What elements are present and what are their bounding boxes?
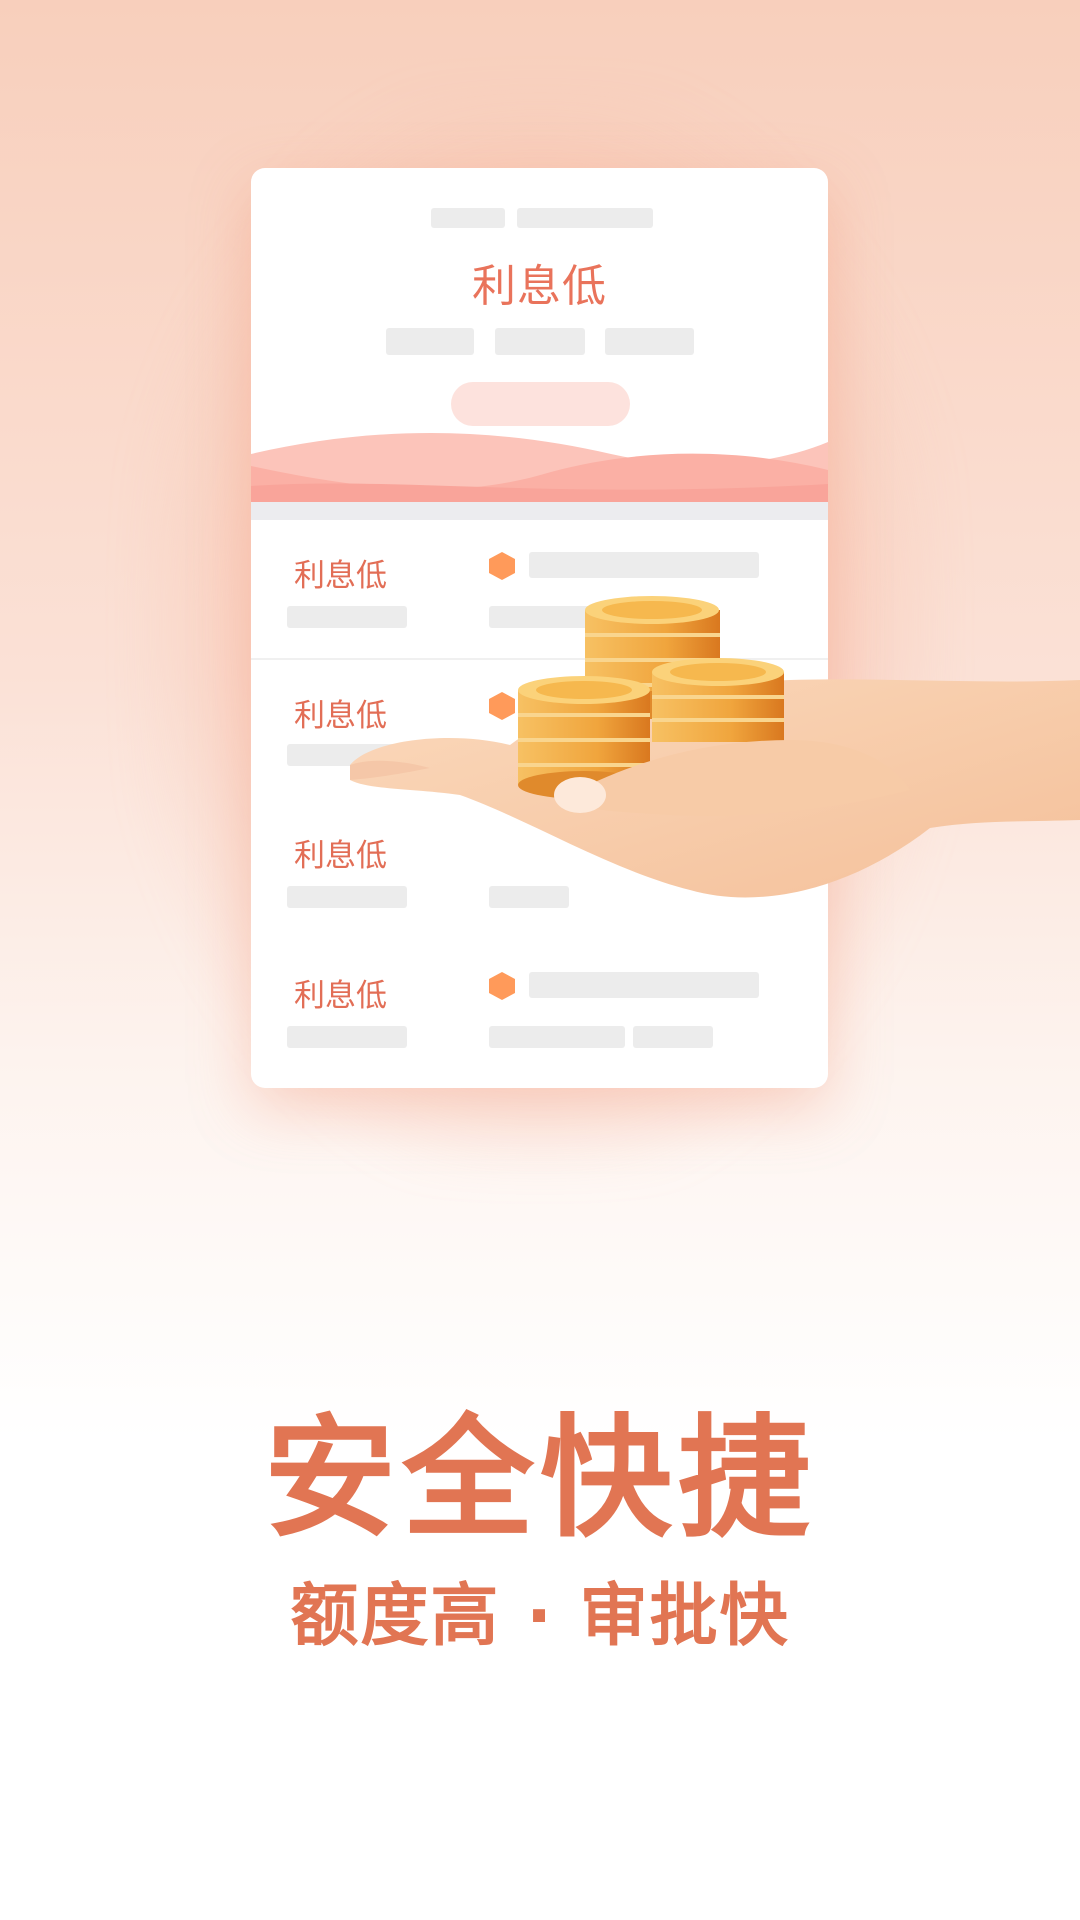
headline: 安全快捷 [264, 1402, 816, 1556]
placeholder-bar [517, 208, 653, 228]
placeholder-bar [287, 1026, 407, 1048]
placeholder-bar [633, 1026, 713, 1048]
placeholder-bar [529, 972, 759, 998]
placeholder-bar [529, 552, 759, 578]
subheadline: 额度高 · 审批快 [290, 1577, 790, 1656]
list-item: 利息低 [251, 942, 828, 1082]
wave-decoration [251, 433, 828, 510]
placeholder-bar [605, 328, 694, 355]
row-label: 利息低 [294, 978, 387, 1014]
card-title: 利息低 [472, 261, 607, 312]
placeholder-bar [431, 208, 505, 228]
hand-with-coins-illustration [350, 596, 1080, 898]
placeholder-bar [386, 328, 474, 355]
row-label: 利息低 [294, 558, 387, 594]
hexagon-bullet-icon [489, 972, 515, 1000]
card-separator-strip [251, 502, 828, 520]
hexagon-bullet-icon [489, 552, 515, 580]
apply-button-placeholder[interactable] [451, 382, 630, 426]
placeholder-bar [489, 1026, 625, 1048]
placeholder-bar [495, 328, 585, 355]
